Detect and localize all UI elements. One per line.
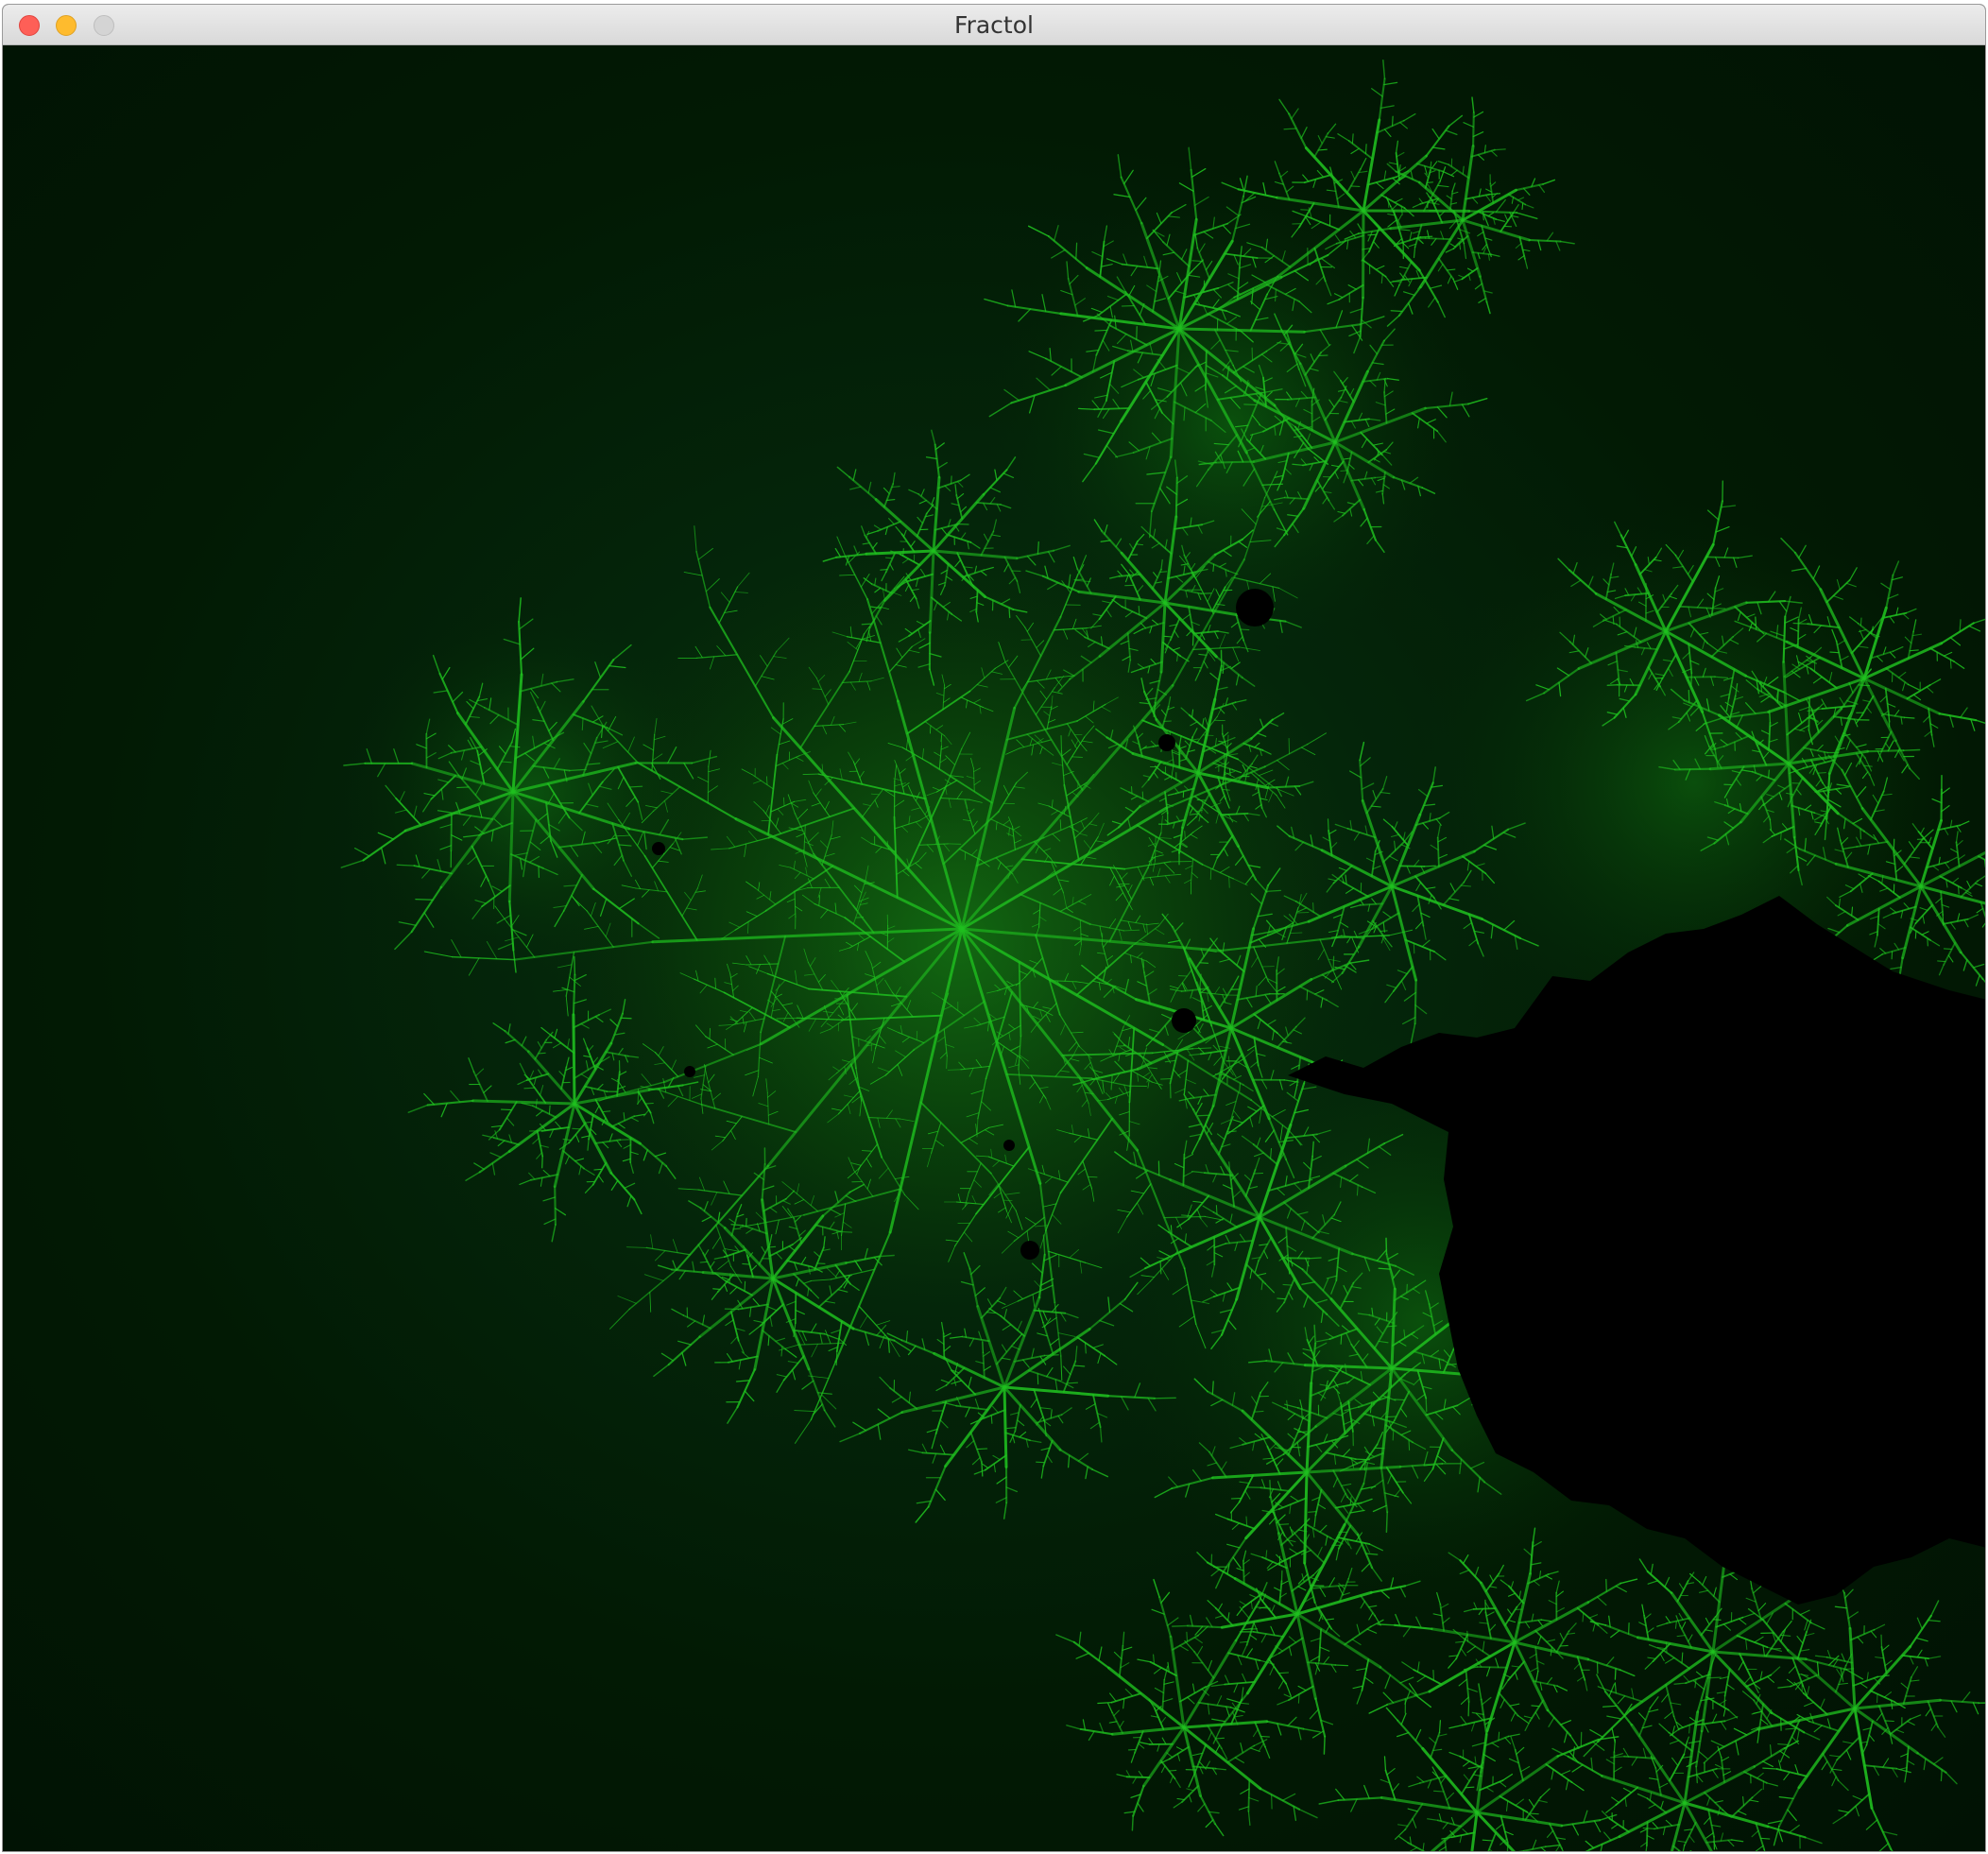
title-bar[interactable]: Fractol xyxy=(3,5,1985,45)
fractal-image xyxy=(340,59,1985,1851)
window-title: Fractol xyxy=(954,11,1034,39)
app-window: Fractol xyxy=(2,4,1986,1852)
fractal-canvas[interactable] xyxy=(3,45,1985,1851)
